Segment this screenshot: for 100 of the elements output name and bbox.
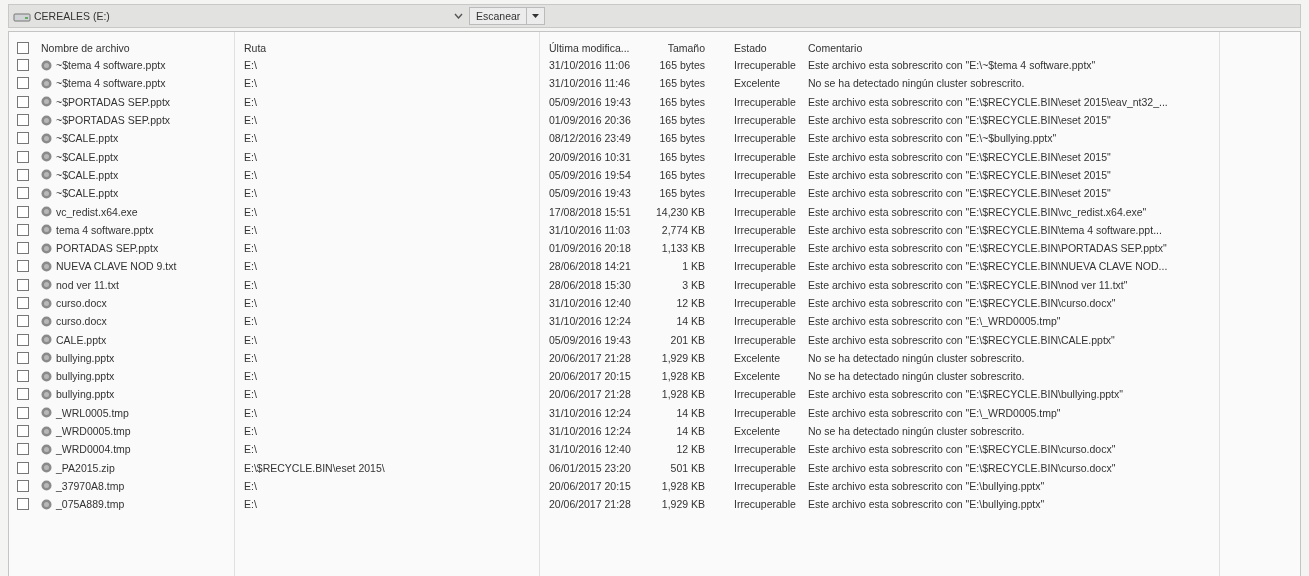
table-cell: _WRD0005.tmp — [56, 425, 131, 438]
table-cell-text: Irrecuperable — [733, 443, 796, 456]
table-cell: ~$PORTADAS SEP.pptx — [56, 95, 171, 108]
column-header[interactable]: Tamaño — [667, 42, 705, 54]
row-checkbox[interactable] — [17, 77, 29, 90]
row-checkbox[interactable] — [17, 187, 29, 200]
table-cell: E:\ — [244, 77, 257, 90]
disc-icon — [41, 114, 52, 126]
drive-selector[interactable]: CEREALES (E:) — [13, 10, 469, 22]
table-cell-text: Irrecuperable — [733, 132, 796, 145]
table-cell: Este archivo esta sobrescrito con "E:\$RECYCLE.BIN\curso.docx" — [808, 297, 1116, 309]
table-cell-text: Irrecuperable — [733, 59, 796, 72]
table-cell: 28/06/2018 15:30 — [549, 278, 631, 291]
table-cell: 17/08/2018 15:51 — [549, 205, 631, 218]
column-header[interactable]: Ruta — [244, 42, 267, 54]
row-checkbox[interactable] — [17, 315, 29, 328]
table-cell-text: Irrecuperable — [733, 297, 796, 309]
row-checkbox[interactable] — [17, 370, 29, 383]
row-checkbox[interactable] — [17, 461, 29, 474]
row-checkbox[interactable] — [17, 425, 29, 438]
table-cell: _37970A8.tmp — [56, 479, 125, 492]
table-cell: ~$CALE.pptx — [56, 187, 119, 200]
table-cell-text: Excelente — [733, 370, 781, 383]
table-cell: 165 bytes — [659, 59, 705, 72]
table-cell: 201 KB — [670, 333, 705, 346]
table-cell-text: Irrecuperable — [733, 388, 796, 401]
table-cell: Este archivo esta sobrescrito con "E:\$RECYCLE.BIN\eset 2015" — [808, 114, 1111, 127]
row-checkbox[interactable] — [17, 260, 29, 273]
table-cell: bullying.pptx — [56, 351, 115, 364]
table-cell: ~$CALE.pptx — [56, 132, 119, 145]
table-cell: 165 bytes — [659, 114, 705, 127]
table-cell: 06/01/2015 23:20 — [549, 461, 631, 474]
row-checkbox[interactable] — [17, 297, 29, 309]
row-checkbox[interactable] — [17, 242, 29, 255]
disc-icon — [41, 279, 52, 291]
table-cell: 31/10/2016 12:24 — [549, 425, 631, 438]
table-cell: CALE.pptx — [56, 333, 107, 346]
table-cell: E:\ — [244, 498, 257, 511]
row-checkbox[interactable] — [17, 132, 29, 145]
table-cell: E:\ — [244, 278, 257, 291]
chevron-down-icon — [454, 13, 463, 19]
table-cell: 05/09/2016 19:43 — [549, 333, 631, 346]
table-cell-text: Excelente — [733, 77, 781, 90]
row-checkbox[interactable] — [17, 168, 29, 181]
table-cell: 20/06/2017 21:28 — [549, 498, 631, 511]
table-cell: E:\ — [244, 406, 257, 419]
table-cell: _WRD0004.tmp — [56, 443, 131, 456]
row-checkbox[interactable] — [17, 59, 29, 72]
table-cell: E:\ — [244, 260, 257, 273]
table-cell: 01/09/2016 20:18 — [549, 242, 631, 255]
row-checkbox[interactable] — [17, 498, 29, 511]
row-checkbox[interactable] — [17, 114, 29, 127]
table-cell: No se ha detectado ningún cluster sobrescrito. — [808, 351, 1025, 364]
table-cell: 31/10/2016 12:40 — [549, 297, 631, 309]
table-cell: Este archivo esta sobrescrito con "E:\bullying.pptx" — [808, 498, 1045, 511]
row-checkbox[interactable] — [17, 443, 29, 456]
row-checkbox[interactable] — [17, 278, 29, 291]
table-cell: 31/10/2016 11:46 — [549, 77, 630, 90]
table-cell: nod ver 11.txt — [56, 278, 119, 291]
row-checkbox[interactable] — [17, 333, 29, 346]
table-cell: Este archivo esta sobrescrito con "E:\_WRD0005.tmp" — [808, 315, 1061, 328]
disc-icon — [41, 443, 52, 455]
table-cell: 31/10/2016 11:06 — [549, 59, 630, 72]
table-cell: Este archivo esta sobrescrito con "E:\$RECYCLE.BIN\tema 4 software.ppt... — [808, 223, 1162, 236]
table-cell: E:\ — [244, 479, 257, 492]
row-checkbox[interactable] — [17, 205, 29, 218]
table-cell: Este archivo esta sobrescrito con "E:\$RECYCLE.BIN\eset 2015" — [808, 150, 1111, 163]
table-cell: 2,774 KB — [661, 223, 705, 236]
table-cell: _075A889.tmp — [56, 498, 125, 511]
row-checkbox[interactable] — [17, 388, 29, 401]
table-cell: PORTADAS SEP.pptx — [56, 242, 159, 255]
table-cell: 1,928 KB — [661, 370, 705, 383]
table-cell-text: Irrecuperable — [733, 479, 796, 492]
disc-icon — [41, 96, 52, 108]
table-cell: 05/09/2016 19:54 — [549, 168, 631, 181]
disc-icon — [41, 315, 52, 327]
table-cell: 1,133 KB — [661, 242, 705, 255]
row-checkbox[interactable] — [17, 351, 29, 364]
table-cell: Este archivo esta sobrescrito con "E:\~$bullying.pptx" — [808, 132, 1057, 145]
disc-icon — [41, 297, 52, 309]
select-all-checkbox[interactable] — [17, 42, 29, 54]
table-cell: 05/09/2016 19:43 — [549, 187, 631, 200]
column-header[interactable]: Última modifica... — [549, 42, 630, 54]
table-cell: 31/10/2016 12:24 — [549, 315, 631, 328]
column-header[interactable]: Estado — [705, 42, 767, 54]
row-checkbox[interactable] — [17, 223, 29, 236]
table-cell-text: Irrecuperable — [733, 333, 796, 346]
row-checkbox[interactable] — [17, 479, 29, 492]
column-header[interactable]: Comentario — [808, 42, 863, 54]
table-cell: E:\ — [244, 351, 257, 364]
table-cell: _WRL0005.tmp — [56, 406, 129, 419]
table-cell: 3 KB — [682, 278, 705, 291]
table-cell-text: Irrecuperable — [733, 168, 796, 181]
row-checkbox[interactable] — [17, 150, 29, 163]
column-header[interactable]: Nombre de archivo — [41, 42, 130, 54]
table-cell: _PA2015.zip — [56, 461, 115, 474]
row-checkbox[interactable] — [17, 95, 29, 108]
disc-icon — [41, 77, 52, 89]
row-checkbox[interactable] — [17, 406, 29, 419]
table-cell: 20/06/2017 21:28 — [549, 351, 631, 364]
